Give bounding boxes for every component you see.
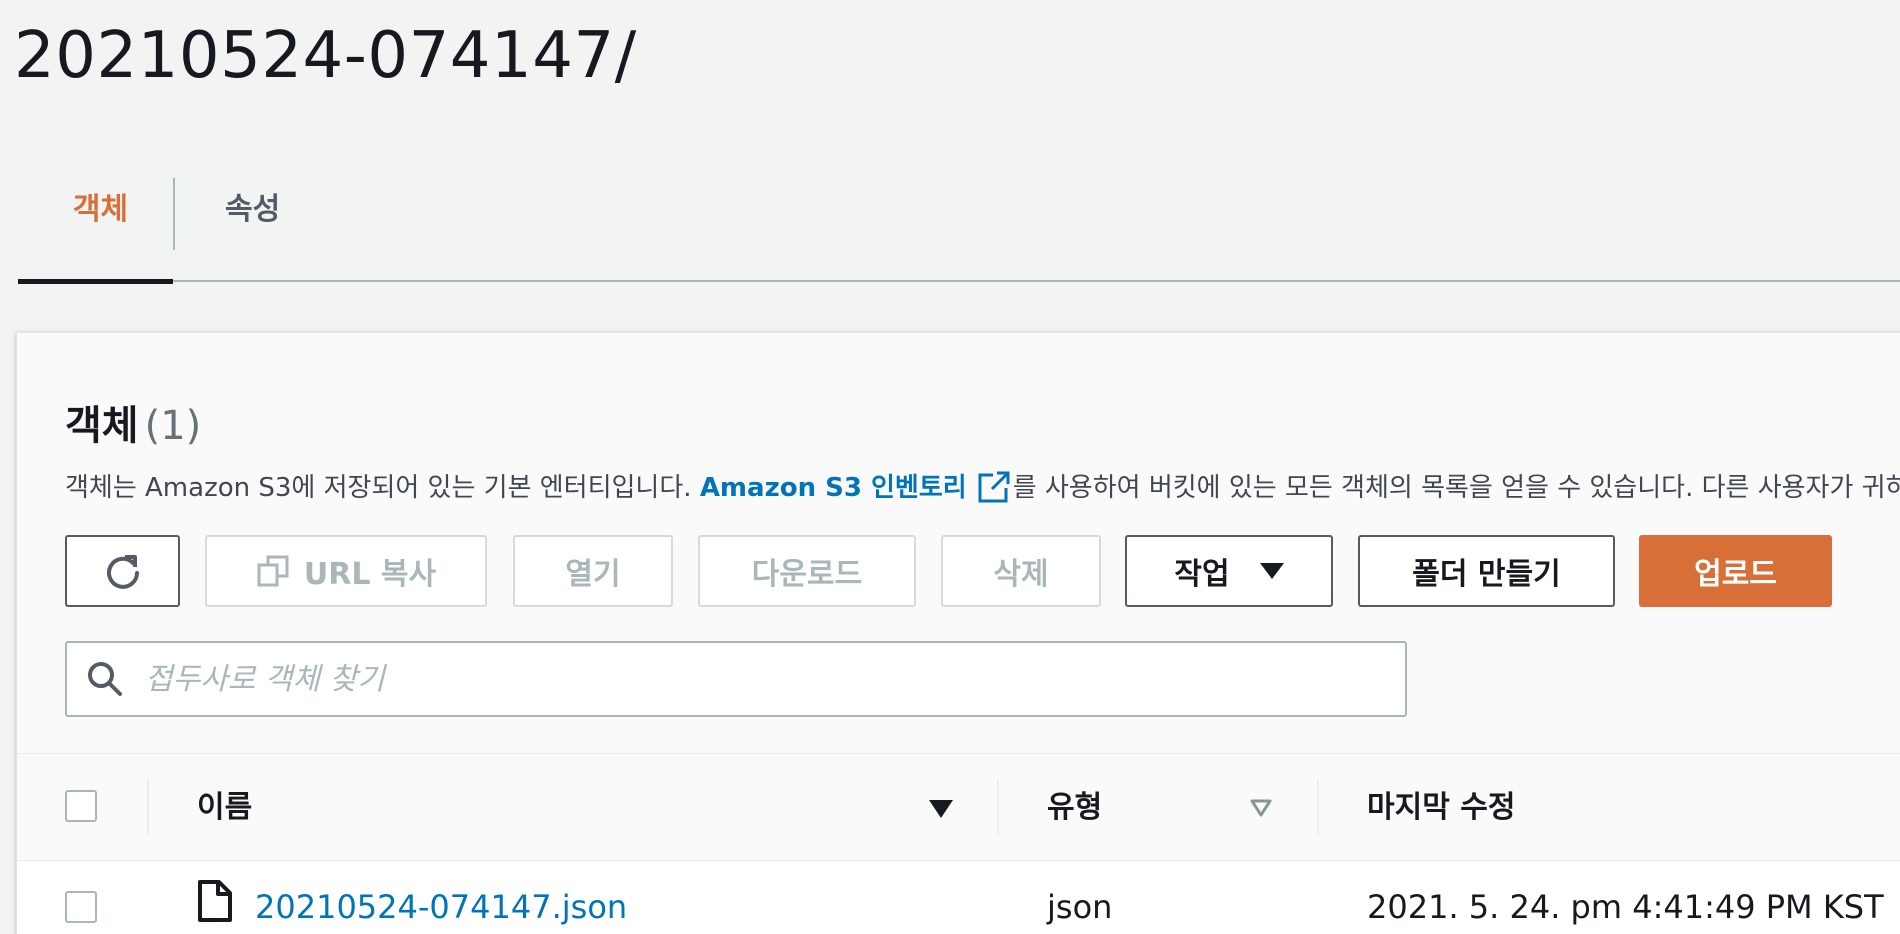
actions-label: 작업	[1174, 557, 1230, 592]
actions-dropdown-button[interactable]: 작업	[1125, 535, 1333, 607]
column-separator	[997, 780, 999, 834]
refresh-button[interactable]	[65, 535, 180, 607]
object-type: json	[1047, 888, 1113, 926]
caret-down-icon	[1259, 563, 1284, 579]
upload-button[interactable]: 업로드	[1639, 535, 1832, 607]
panel-description: 객체는 Amazon S3에 저장되어 있는 기본 엔터티입니다. Amazon…	[65, 467, 1900, 504]
search-input[interactable]	[145, 661, 1345, 697]
file-icon	[198, 880, 232, 922]
external-link-icon[interactable]	[977, 470, 1011, 504]
inventory-link[interactable]: Amazon S3 인벤토리	[700, 473, 967, 503]
object-count: (1)	[144, 403, 202, 449]
copy-icon	[257, 555, 289, 587]
tab-objects[interactable]: 객체	[18, 170, 173, 284]
copy-url-label: URL 복사	[303, 557, 437, 592]
column-separator	[1317, 780, 1319, 834]
panel-title: 객체 (1)	[65, 393, 201, 451]
copy-url-button[interactable]: URL 복사	[205, 535, 487, 607]
select-all-checkbox[interactable]	[65, 790, 97, 822]
open-button[interactable]: 열기	[513, 535, 673, 607]
create-folder-button[interactable]: 폴더 만들기	[1358, 535, 1615, 607]
description-text: 객체는 Amazon S3에 저장되어 있는 기본 엔터티입니다.	[65, 473, 700, 503]
tab-properties[interactable]: 속성	[208, 170, 328, 282]
table-row: 20210524-074147.json json 2021. 5. 24. p…	[17, 861, 1900, 934]
column-header-name[interactable]: 이름	[197, 754, 252, 862]
download-button[interactable]: 다운로드	[698, 535, 916, 607]
tab-divider	[173, 178, 175, 250]
row-checkbox[interactable]	[65, 891, 97, 923]
object-last-modified: 2021. 5. 24. pm 4:41:49 PM KST	[1367, 888, 1884, 926]
search-box	[65, 641, 1407, 717]
column-header-last-modified[interactable]: 마지막 수정	[1367, 754, 1515, 862]
description-text-rest: 를 사용하여 버킷에 있는 모든 객체의 목록을 얻을 수 있습니다. 다른 사…	[1012, 473, 1900, 503]
refresh-icon	[106, 555, 139, 589]
column-header-type[interactable]: 유형	[1047, 754, 1102, 862]
sort-descending-icon[interactable]	[929, 800, 953, 818]
objects-panel: 객체 (1) 객체는 Amazon S3에 저장되어 있는 기본 엔터티입니다. …	[16, 332, 1900, 934]
delete-button[interactable]: 삭제	[941, 535, 1101, 607]
panel-title-label: 객체	[65, 403, 139, 449]
page-title: 20210524-074147/	[14, 19, 637, 93]
tab-bar: 객체 속성	[18, 170, 1900, 284]
s3-folder-page: 20210524-074147/ 객체 속성 객체 (1) 객체는 Amazon …	[0, 0, 1900, 934]
table-header: 이름 유형 마지막 수정	[17, 753, 1900, 861]
column-separator	[147, 780, 149, 834]
object-name-link[interactable]: 20210524-074147.json	[255, 861, 627, 934]
sort-inactive-icon[interactable]	[1249, 798, 1273, 818]
search-icon	[88, 662, 122, 696]
